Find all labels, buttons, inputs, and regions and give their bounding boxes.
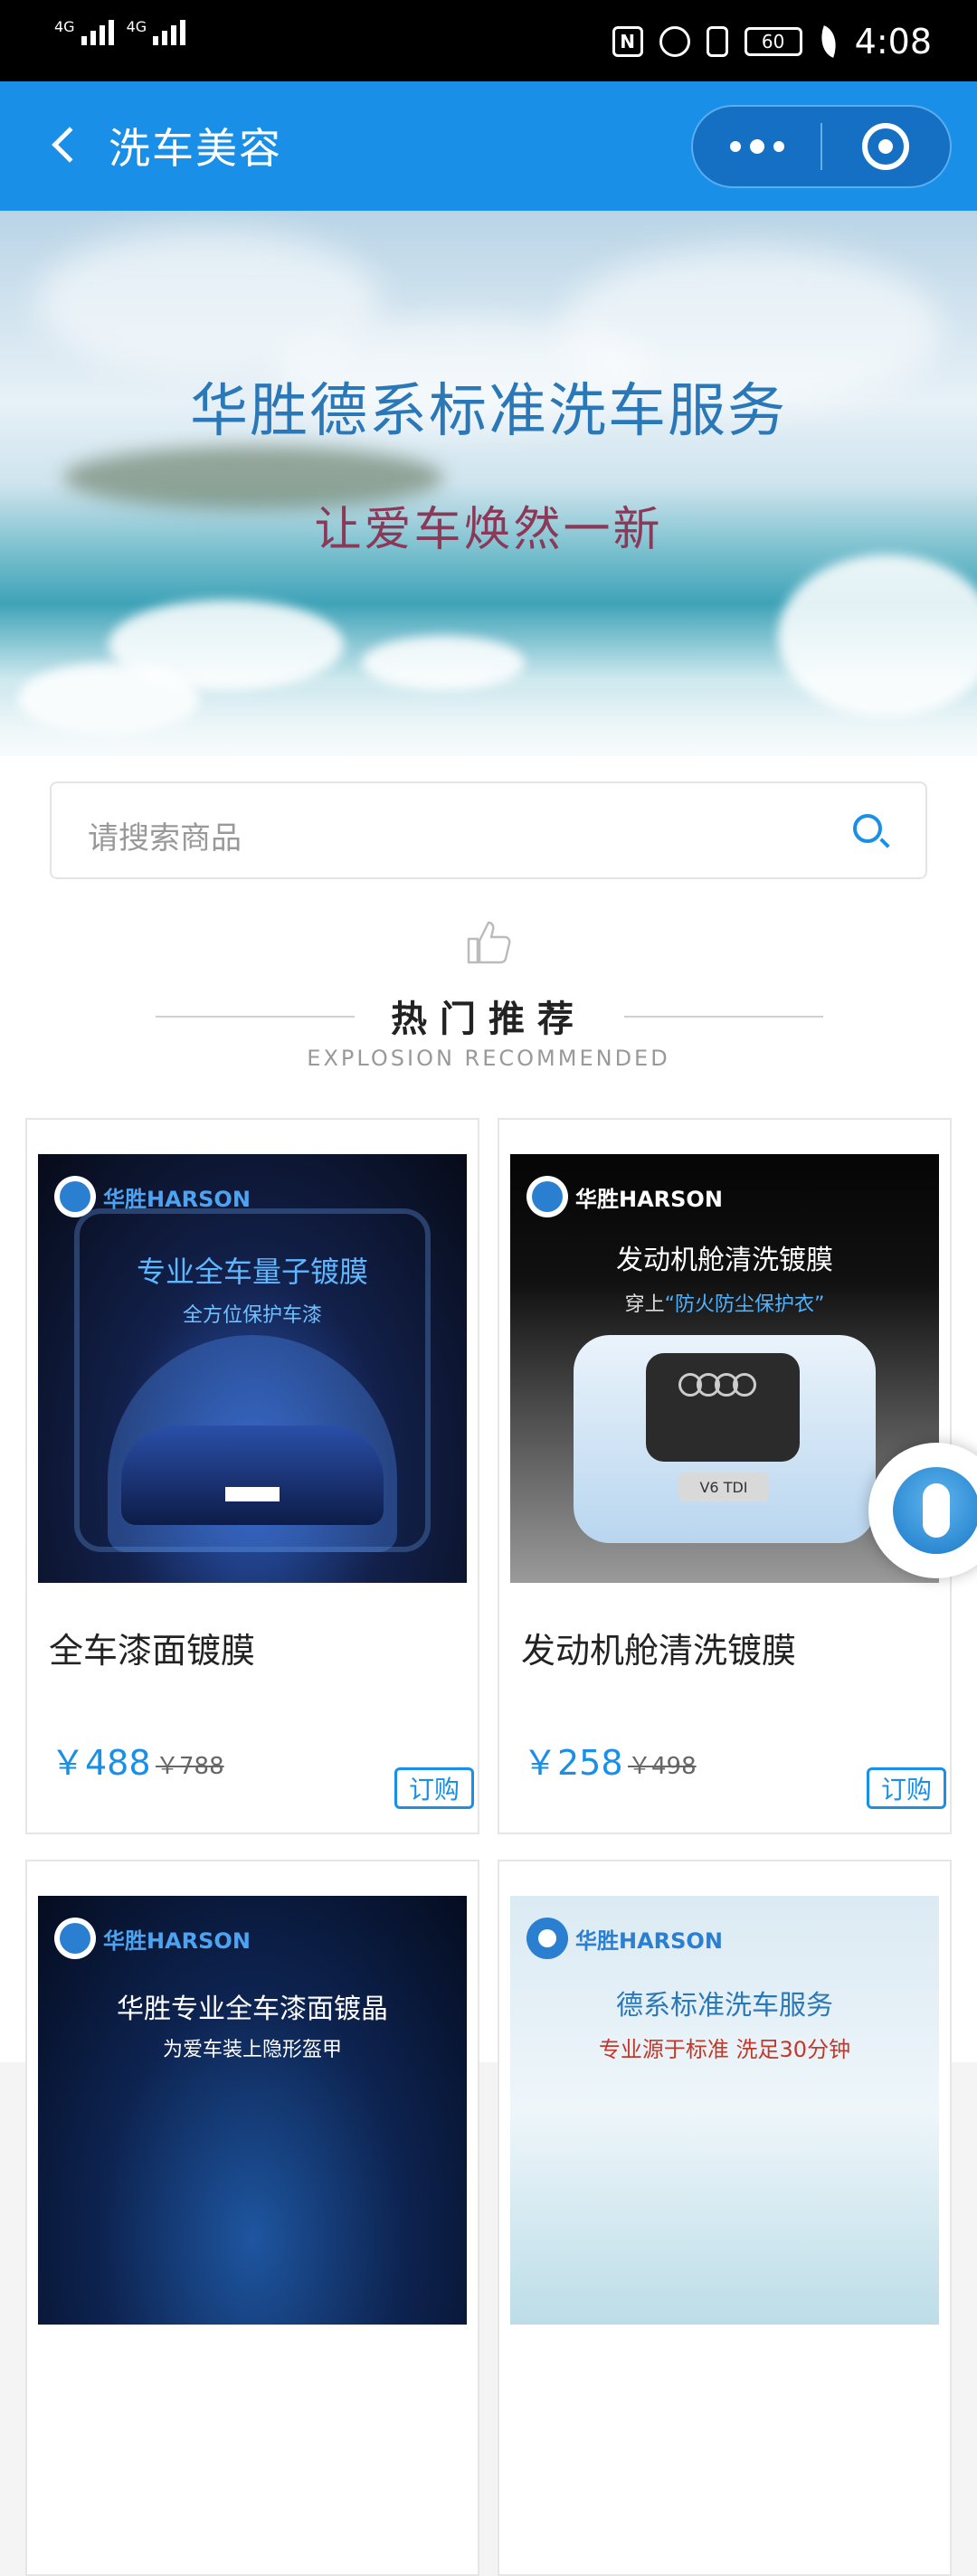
main-content: 请搜索商品 热门推荐 EXPLOSION RECOMMENDED 华胜HARSO… [0, 756, 977, 2576]
chevron-left-icon [52, 127, 88, 163]
harson-logo-icon [54, 1918, 96, 1959]
harson-logo-icon [526, 1176, 568, 1217]
mini-program-capsule [691, 105, 952, 188]
brand-logo: 华胜HARSON [526, 1918, 723, 1959]
more-button[interactable] [693, 107, 820, 186]
car-shape [121, 1425, 384, 1525]
banner-subtitle: 让爱车焕然一新 [314, 503, 663, 557]
product-card[interactable]: 华胜HARSON 德系标准洗车服务 专业源于标准 洗足30分钟 [498, 1860, 952, 2576]
back-button[interactable] [36, 118, 90, 172]
target-icon [862, 123, 910, 170]
image-subtitle: 专业源于标准 洗足30分钟 [598, 2037, 851, 2062]
product-image[interactable]: 华胜HARSON 德系标准洗车服务 专业源于标准 洗足30分钟 [510, 1896, 939, 2325]
divider-right [624, 1016, 823, 1018]
audi-rings-icon [678, 1373, 756, 1397]
section-subtitle: EXPLOSION RECOMMENDED [307, 1046, 670, 1071]
image-subtitle: 为爱车装上隐形盔甲 [162, 2039, 342, 2061]
banner-title: 华胜德系标准洗车服务 [190, 378, 787, 445]
original-price: ￥788 [156, 1753, 224, 1780]
order-button[interactable]: 订购 [394, 1767, 474, 1809]
image-title: 德系标准洗车服务 [616, 1990, 833, 2022]
search-icon[interactable] [853, 814, 890, 850]
vibrate-icon [706, 26, 728, 57]
status-icons: N 60 4:08 [612, 22, 932, 62]
original-price: ￥498 [628, 1753, 697, 1780]
brand-logo: 华胜HARSON [526, 1176, 723, 1217]
close-mini-program-button[interactable] [822, 107, 950, 186]
product-price: ￥258 [523, 1743, 623, 1783]
image-subtitle: 全方位保护车漆 [182, 1304, 322, 1327]
harson-logo-icon [526, 1918, 568, 1959]
brand-logo: 华胜HARSON [54, 1176, 251, 1217]
engine-label: V6 TDI [678, 1473, 769, 1501]
thumbs-up-icon [467, 921, 511, 964]
network-type-label: 4G [54, 18, 75, 35]
alarm-icon [659, 26, 690, 57]
battery-icon: 60 [744, 27, 802, 56]
signal-icon: 4G [127, 20, 186, 45]
image-title: 华胜专业全车漆面镀晶 [117, 1994, 388, 2025]
section-title: 热门推荐 [391, 999, 586, 1040]
image-title: 发动机舱清洗镀膜 [616, 1245, 833, 1276]
search-placeholder: 请搜索商品 [88, 820, 242, 857]
clock: 4:08 [854, 22, 932, 62]
order-button[interactable]: 订购 [867, 1767, 946, 1809]
image-title: 专业全车量子镀膜 [136, 1255, 368, 1289]
promo-banner[interactable]: 华胜德系标准洗车服务 让爱车焕然一新 [0, 211, 977, 756]
product-image[interactable]: 华胜HARSON 专业全车量子镀膜 全方位保护车漆 [38, 1154, 467, 1583]
product-name: 全车漆面镀膜 [49, 1631, 256, 1671]
product-image[interactable]: 华胜HARSON 华胜专业全车漆面镀晶 为爱车装上隐形盔甲 [38, 1896, 467, 2325]
image-subtitle: 穿上“防火防尘保护衣” [624, 1293, 825, 1316]
nav-bar: 洗车美容 [0, 81, 977, 211]
harson-logo-icon [893, 1467, 977, 1554]
product-price: ￥488 [51, 1743, 151, 1783]
harson-logo-icon [54, 1176, 96, 1217]
product-card[interactable]: 华胜HARSON 华胜专业全车漆面镀晶 为爱车装上隐形盔甲 [25, 1860, 479, 2576]
status-bar: 4G 4G N 60 4:08 [0, 0, 977, 81]
network-type-label: 4G [126, 18, 147, 35]
nfc-icon: N [612, 26, 643, 57]
brand-logo: 华胜HARSON [54, 1918, 251, 1959]
search-input[interactable]: 请搜索商品 [50, 781, 927, 879]
signal-group: 4G 4G [54, 20, 186, 45]
signal-icon: 4G [54, 20, 114, 45]
page-title: 洗车美容 [109, 124, 282, 173]
product-name: 发动机舱清洗镀膜 [521, 1631, 797, 1671]
power-saving-icon [814, 25, 843, 58]
more-dots-icon [729, 141, 741, 152]
battery-level: 60 [761, 31, 785, 52]
product-card[interactable]: 华胜HARSON 专业全车量子镀膜 全方位保护车漆 全车漆面镀膜 ￥488 ￥7… [25, 1118, 479, 1834]
